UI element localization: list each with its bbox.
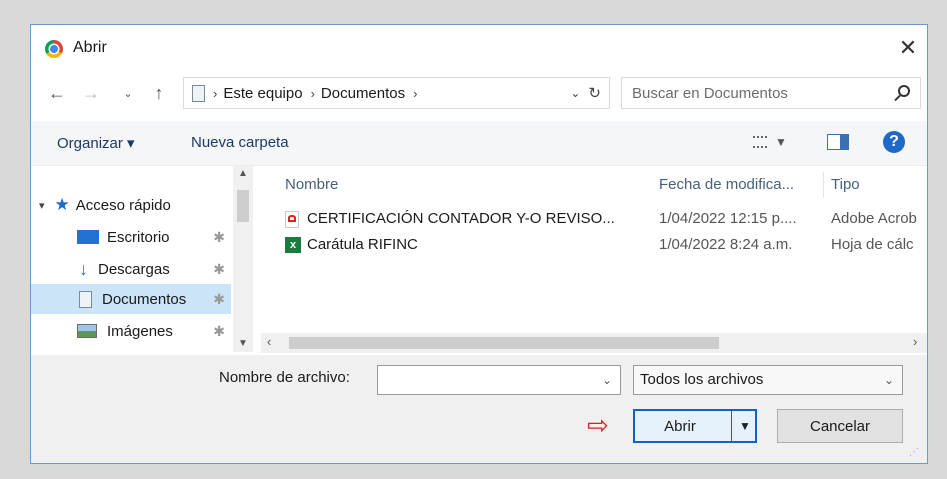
pin-icon: ✱ [213, 228, 225, 245]
navigation-pane: ▾ ★ Acceso rápido Escritorio ✱ ↓ Descarg… [31, 166, 259, 352]
up-button[interactable]: ↑ [147, 79, 171, 107]
chevron-down-icon[interactable]: ⌄ [884, 373, 894, 387]
document-icon [79, 290, 92, 308]
organize-button[interactable]: Organizar ▾ [57, 134, 135, 152]
command-toolbar: Organizar ▾ Nueva carpeta ▼ ? [31, 121, 927, 166]
sidebar-item-label: Escritorio [107, 228, 170, 246]
file-type-filter-value: Todos los archivos [640, 371, 764, 388]
file-row[interactable]: x Carátula RIFINC 1/04/2022 8:24 a.m. Ho… [281, 232, 927, 258]
column-header-name[interactable]: Nombre [285, 176, 338, 193]
search-box[interactable]: Buscar en Documentos [621, 77, 921, 109]
close-icon: ✕ [898, 35, 918, 60]
sidebar-item-label: Acceso rápido [75, 196, 171, 214]
document-folder-icon [192, 84, 205, 102]
open-file-dialog: Abrir ✕ ← → ⌄ ↑ › Este equipo › Document… [30, 24, 928, 464]
sidebar-item-label: Descargas [98, 260, 170, 278]
split-divider [731, 411, 732, 441]
view-options-icon[interactable] [753, 136, 767, 148]
refresh-button[interactable]: ↻ [588, 84, 601, 102]
image-icon [77, 324, 97, 338]
sidebar-item-imagenes[interactable]: Imágenes ✱ [31, 316, 231, 346]
sidebar-item-quick-access[interactable]: ▾ ★ Acceso rápido [31, 190, 231, 220]
file-name: Carátula RIFINC [307, 236, 418, 253]
filename-label: Nombre de archivo: [219, 369, 350, 386]
arrow-right-icon: → [82, 82, 100, 103]
file-list: Nombre Fecha de modifica... Tipo CERTIFI… [261, 166, 927, 352]
excel-icon: x [285, 237, 301, 253]
download-icon: ↓ [79, 258, 88, 279]
sidebar-item-label: Documentos [102, 290, 187, 308]
breadcrumb-documentos[interactable]: Documentos [321, 85, 405, 102]
chevron-down-icon: ⌄ [123, 87, 133, 100]
scroll-up-icon[interactable]: ▲ [238, 168, 248, 179]
close-button[interactable]: ✕ [893, 31, 923, 65]
chevron-down-icon: ▾ [39, 199, 45, 212]
open-button-label: Abrir [664, 417, 696, 435]
pin-icon: ✱ [213, 260, 225, 277]
resize-grip-icon[interactable]: ⋰ [909, 447, 919, 458]
file-type-filter-select[interactable]: Todos los archivos ⌄ [633, 365, 903, 395]
column-header-type[interactable]: Tipo [831, 176, 860, 193]
search-icon[interactable] [898, 85, 910, 97]
sidebar-scrollbar[interactable]: ▲ ▼ [233, 166, 253, 352]
horizontal-scroll-thumb[interactable] [289, 337, 719, 349]
filename-input[interactable]: ⌄ [377, 365, 621, 395]
file-date: 1/04/2022 8:24 a.m. [659, 236, 793, 253]
address-dropdown-button[interactable]: ⌄ [570, 86, 580, 100]
cancel-button[interactable]: Cancelar [777, 409, 903, 443]
dialog-footer: Nombre de archivo: ⌄ Todos los archivos … [31, 355, 927, 463]
chrome-icon [45, 40, 63, 58]
search-input[interactable]: Buscar en Documentos [632, 85, 788, 102]
breadcrumb-este-equipo[interactable]: Este equipo [223, 85, 302, 102]
column-header-date[interactable]: Fecha de modifica... [659, 176, 819, 193]
arrow-left-icon: ← [48, 82, 66, 103]
window-title: Abrir [73, 39, 107, 56]
navigation-bar: ← → ⌄ ↑ › Este equipo › Documentos › ⌄ ↻… [31, 71, 927, 121]
back-button[interactable]: ← [43, 79, 71, 107]
file-type: Hoja de cálc [831, 236, 914, 253]
desktop-icon [77, 230, 99, 244]
pdf-icon [285, 211, 299, 228]
forward-button[interactable]: → [77, 79, 105, 107]
scroll-left-icon[interactable]: ‹ [267, 334, 271, 349]
file-date: 1/04/2022 12:15 p.... [659, 210, 797, 227]
breadcrumb-separator-icon: › [213, 85, 218, 101]
column-divider [823, 172, 824, 198]
breadcrumb-separator-icon: › [310, 85, 315, 101]
help-button[interactable]: ? [883, 131, 905, 153]
sidebar-item-descargas[interactable]: ↓ Descargas ✱ [31, 254, 231, 284]
scroll-right-icon[interactable]: › [913, 334, 917, 349]
preview-pane-icon[interactable] [827, 134, 849, 150]
sidebar-item-label: Imágenes [107, 322, 173, 340]
address-bar[interactable]: › Este equipo › Documentos › ⌄ ↻ [183, 77, 610, 109]
chevron-down-icon[interactable]: ⌄ [602, 373, 612, 387]
scroll-down-icon[interactable]: ▼ [238, 338, 248, 349]
view-options-dropdown[interactable]: ▼ [775, 135, 787, 149]
breadcrumb-separator-icon: › [413, 85, 418, 101]
recent-locations-button[interactable]: ⌄ [119, 79, 137, 107]
file-list-horizontal-scrollbar[interactable]: ‹ › [261, 333, 927, 353]
help-icon: ? [889, 133, 899, 150]
file-type: Adobe Acrob [831, 210, 917, 227]
pin-icon: ✱ [213, 322, 225, 339]
title-bar: Abrir ✕ [31, 25, 927, 71]
pin-icon: ✱ [213, 290, 225, 307]
star-icon: ★ [54, 195, 70, 214]
arrow-up-icon: ↑ [154, 82, 164, 103]
new-folder-button[interactable]: Nueva carpeta [191, 134, 289, 151]
sidebar-item-documentos[interactable]: Documentos ✱ [31, 284, 231, 314]
file-row[interactable]: CERTIFICACIÓN CONTADOR Y-O REVISO... 1/0… [281, 206, 927, 232]
open-button[interactable]: Abrir ▼ [633, 409, 757, 443]
sidebar-item-escritorio[interactable]: Escritorio ✱ [31, 222, 231, 252]
sidebar-scroll-thumb[interactable] [237, 190, 249, 222]
red-arrow-icon: ⇨ [587, 410, 609, 440]
open-dropdown-icon[interactable]: ▼ [739, 419, 751, 433]
file-name: CERTIFICACIÓN CONTADOR Y-O REVISO... [307, 210, 615, 227]
refresh-icon: ↻ [588, 85, 601, 102]
